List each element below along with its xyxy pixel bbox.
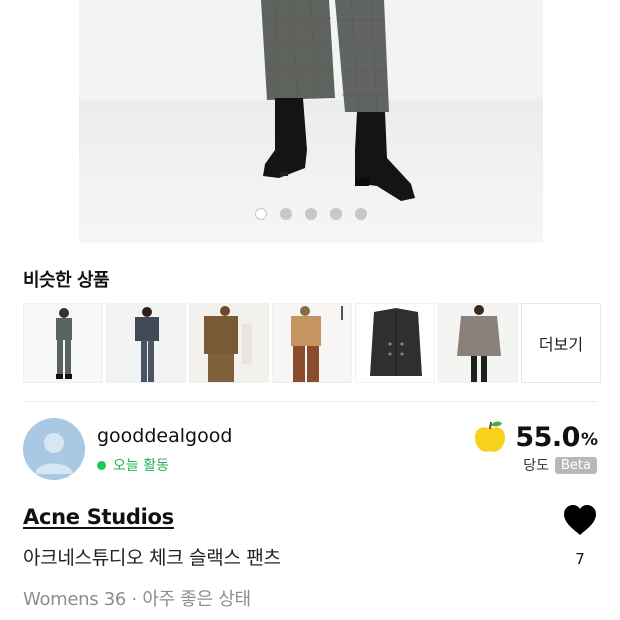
sweetness-label-row: 당도 Beta [523, 455, 597, 475]
similar-product-2[interactable] [106, 303, 186, 383]
similar-product-5[interactable] [355, 303, 435, 383]
similar-product-1[interactable] [23, 303, 103, 383]
heart-icon[interactable] [562, 504, 598, 536]
similar-product-6[interactable] [438, 303, 518, 383]
product-meta: Womens 36 · 아주 좋은 상태 [23, 589, 251, 610]
trousers-and-boots-illustration [261, 0, 415, 201]
online-dot-icon [97, 460, 106, 470]
sweetness-label: 당도 [523, 458, 550, 474]
yellow-apple-icon [475, 421, 506, 452]
similar-product-3[interactable] [189, 303, 269, 383]
product-thumbnail [24, 304, 102, 382]
see-more-button[interactable]: 더보기 [521, 303, 601, 383]
gallery-pagination [79, 208, 543, 220]
default-avatar-icon [35, 433, 73, 474]
sweetness-score[interactable]: 55.0 % [471, 418, 598, 456]
product-thumbnail [439, 304, 517, 382]
product-thumbnail [273, 304, 351, 382]
seller-avatar[interactable] [23, 418, 85, 480]
similar-product-4[interactable] [272, 303, 352, 383]
pagination-dot[interactable] [255, 208, 267, 220]
sweetness-value: 55.0 [515, 421, 580, 453]
pagination-dot[interactable] [280, 208, 292, 220]
product-image[interactable] [79, 0, 543, 243]
pagination-dot[interactable] [305, 208, 317, 220]
activity-label: 오늘 활동 [113, 458, 169, 474]
similar-products-list: 더보기 [23, 303, 601, 383]
product-thumbnail [356, 304, 434, 382]
beta-badge: Beta [555, 456, 597, 474]
product-thumbnail [107, 304, 185, 382]
similar-products-title: 비슷한 상품 [23, 270, 110, 291]
like-count: 7 [575, 550, 585, 568]
sweetness-unit: % [580, 430, 598, 450]
brand-link[interactable]: Acne Studios [23, 505, 174, 529]
seller-name[interactable]: gooddealgood [97, 425, 232, 447]
section-divider [23, 401, 597, 402]
product-thumbnail [190, 304, 268, 382]
seller-activity: 오늘 활동 [97, 455, 169, 475]
pagination-dot[interactable] [330, 208, 342, 220]
pagination-dot[interactable] [355, 208, 367, 220]
product-title: 아크네스튜디오 체크 슬랙스 팬츠 [23, 547, 281, 569]
